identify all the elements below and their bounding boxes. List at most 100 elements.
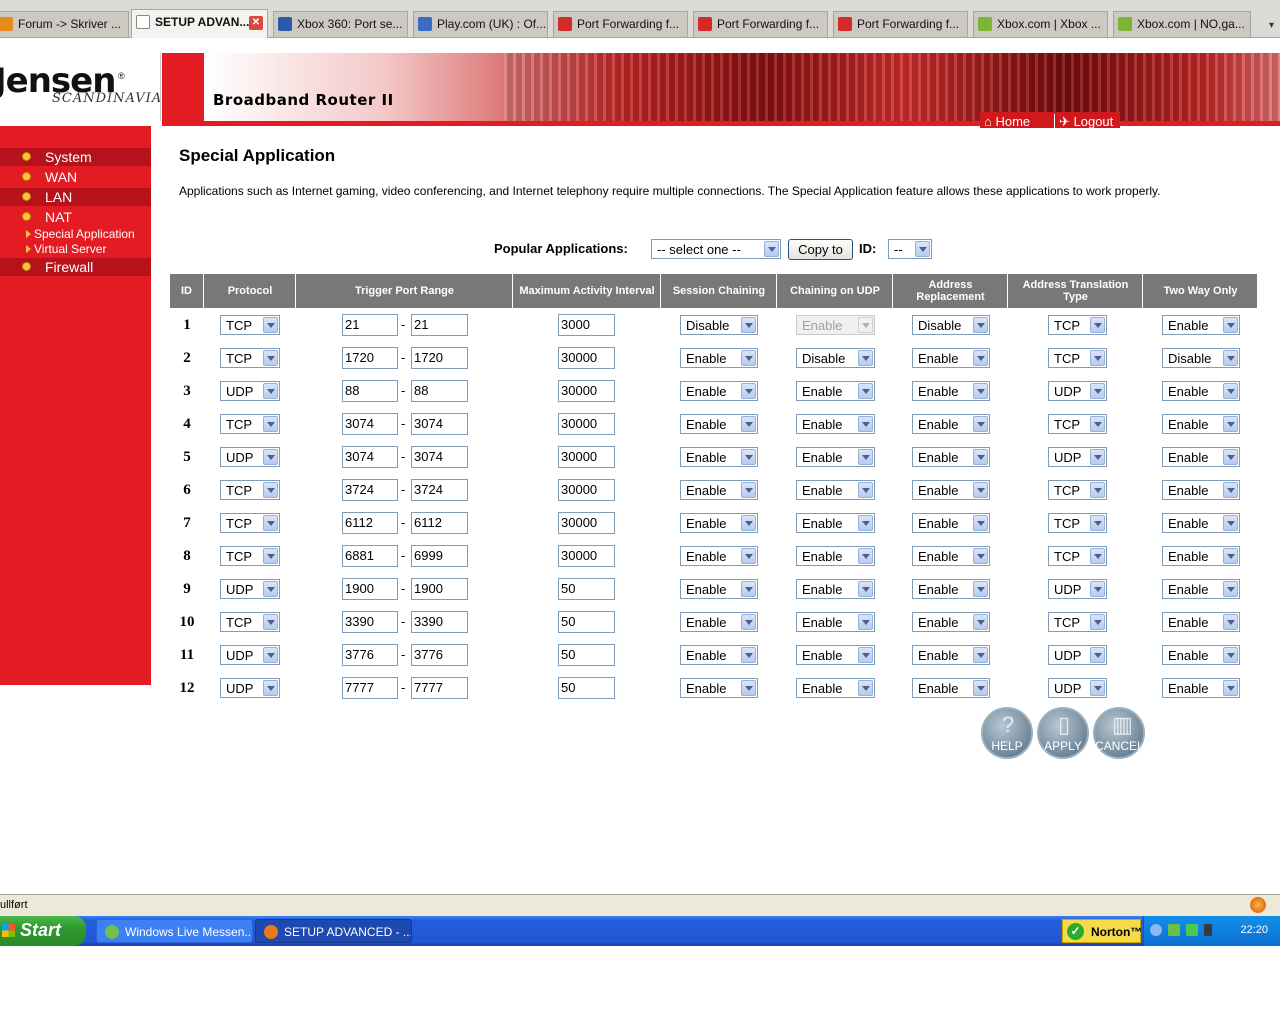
protocol-select[interactable]: TCP	[220, 414, 280, 434]
session-chaining-select[interactable]: Disable	[680, 315, 758, 335]
start-button[interactable]: Start	[0, 916, 86, 946]
port-start-input[interactable]: 3074	[342, 413, 398, 435]
session-chaining-select[interactable]: Enable	[680, 414, 758, 434]
close-icon[interactable]: ✕	[249, 16, 263, 30]
chaining-udp-select[interactable]: Enable	[796, 381, 875, 401]
chaining-udp-select[interactable]: Enable	[796, 480, 875, 500]
port-end-input[interactable]: 1900	[411, 578, 468, 600]
port-end-input[interactable]: 21	[411, 314, 468, 336]
port-end-input[interactable]: 6999	[411, 545, 468, 567]
cancel-button[interactable]: ▥ CANCEL	[1093, 707, 1145, 759]
two-way-select[interactable]: Enable	[1162, 381, 1240, 401]
sidebar-item-lan[interactable]: LAN	[0, 188, 151, 206]
protocol-select[interactable]: UDP	[220, 579, 280, 599]
translation-type-select[interactable]: UDP	[1048, 447, 1107, 467]
norton-badge[interactable]: ✓ Norton™	[1062, 919, 1142, 943]
translation-type-select[interactable]: UDP	[1048, 645, 1107, 665]
two-way-select[interactable]: Enable	[1162, 579, 1240, 599]
two-way-select[interactable]: Enable	[1162, 480, 1240, 500]
taskbar-task[interactable]: Windows Live Messen...	[96, 919, 253, 943]
address-replacement-select[interactable]: Enable	[912, 579, 990, 599]
session-chaining-select[interactable]: Enable	[680, 513, 758, 533]
address-replacement-select[interactable]: Enable	[912, 348, 990, 368]
session-chaining-select[interactable]: Enable	[680, 678, 758, 698]
two-way-select[interactable]: Enable	[1162, 645, 1240, 665]
two-way-select[interactable]: Enable	[1162, 513, 1240, 533]
chaining-udp-select[interactable]: Enable	[796, 579, 875, 599]
session-chaining-select[interactable]: Enable	[680, 546, 758, 566]
port-end-input[interactable]: 88	[411, 380, 468, 402]
session-chaining-select[interactable]: Enable	[680, 579, 758, 599]
port-start-input[interactable]: 3074	[342, 446, 398, 468]
port-end-input[interactable]: 3074	[411, 413, 468, 435]
interval-input[interactable]: 3000	[558, 314, 615, 336]
two-way-select[interactable]: Enable	[1162, 612, 1240, 632]
browser-tab[interactable]: Xbox.com | Xbox ...	[973, 11, 1108, 37]
interval-input[interactable]: 50	[558, 578, 615, 600]
protocol-select[interactable]: UDP	[220, 381, 280, 401]
address-replacement-select[interactable]: Disable	[912, 315, 990, 335]
interval-input[interactable]: 30000	[558, 545, 615, 567]
translation-type-select[interactable]: UDP	[1048, 381, 1107, 401]
session-chaining-select[interactable]: Enable	[680, 447, 758, 467]
translation-type-select[interactable]: TCP	[1048, 513, 1107, 533]
sidebar-subitem-virtual-server[interactable]: Virtual Server	[26, 242, 106, 256]
translation-type-select[interactable]: UDP	[1048, 678, 1107, 698]
interval-input[interactable]: 50	[558, 644, 615, 666]
chaining-udp-select[interactable]: Enable	[796, 645, 875, 665]
port-start-input[interactable]: 1720	[342, 347, 398, 369]
two-way-select[interactable]: Enable	[1162, 678, 1240, 698]
translation-type-select[interactable]: TCP	[1048, 315, 1107, 335]
port-start-input[interactable]: 6881	[342, 545, 398, 567]
address-replacement-select[interactable]: Enable	[912, 645, 990, 665]
chaining-udp-select[interactable]: Enable	[796, 678, 875, 698]
chaining-udp-select[interactable]: Enable	[796, 315, 875, 335]
sidebar-item-nat[interactable]: NAT	[0, 208, 151, 226]
home-link[interactable]: ⌂ Home	[984, 114, 1030, 129]
chaining-udp-select[interactable]: Enable	[796, 414, 875, 434]
interval-input[interactable]: 50	[558, 611, 615, 633]
tab-list-chevron-icon[interactable]: ▾	[1269, 20, 1274, 31]
port-end-input[interactable]: 3074	[411, 446, 468, 468]
address-replacement-select[interactable]: Enable	[912, 678, 990, 698]
apply-button[interactable]: ▯ APPLY	[1037, 707, 1089, 759]
chaining-udp-select[interactable]: Enable	[796, 612, 875, 632]
port-end-input[interactable]: 1720	[411, 347, 468, 369]
interval-input[interactable]: 30000	[558, 380, 615, 402]
port-end-input[interactable]: 3390	[411, 611, 468, 633]
translation-type-select[interactable]: TCP	[1048, 348, 1107, 368]
chaining-udp-select[interactable]: Enable	[796, 546, 875, 566]
protocol-select[interactable]: TCP	[220, 513, 280, 533]
session-chaining-select[interactable]: Enable	[680, 480, 758, 500]
messenger-icon[interactable]	[1168, 924, 1180, 936]
port-start-input[interactable]: 3724	[342, 479, 398, 501]
port-end-input[interactable]: 3724	[411, 479, 468, 501]
sidebar-item-firewall[interactable]: Firewall	[0, 258, 151, 276]
browser-tab[interactable]: Port Forwarding f...	[553, 11, 688, 37]
session-chaining-select[interactable]: Enable	[680, 348, 758, 368]
port-end-input[interactable]: 3776	[411, 644, 468, 666]
browser-tab[interactable]: Xbox 360: Port se...	[273, 11, 408, 37]
browser-tab[interactable]: Play.com (UK) : Of...	[413, 11, 548, 37]
translation-type-select[interactable]: TCP	[1048, 480, 1107, 500]
interval-input[interactable]: 30000	[558, 479, 615, 501]
protocol-select[interactable]: TCP	[220, 546, 280, 566]
two-way-select[interactable]: Enable	[1162, 447, 1240, 467]
help-button[interactable]: ? HELP	[981, 707, 1033, 759]
protocol-select[interactable]: TCP	[220, 612, 280, 632]
translation-type-select[interactable]: TCP	[1048, 414, 1107, 434]
interval-input[interactable]: 30000	[558, 413, 615, 435]
session-chaining-select[interactable]: Enable	[680, 612, 758, 632]
browser-tab[interactable]: Port Forwarding f...	[833, 11, 968, 37]
popular-applications-select[interactable]: -- select one --	[651, 239, 781, 259]
chaining-udp-select[interactable]: Disable	[796, 348, 875, 368]
address-replacement-select[interactable]: Enable	[912, 612, 990, 632]
port-start-input[interactable]: 7777	[342, 677, 398, 699]
address-replacement-select[interactable]: Enable	[912, 381, 990, 401]
two-way-select[interactable]: Enable	[1162, 315, 1240, 335]
network-icon[interactable]	[1186, 924, 1198, 936]
two-way-select[interactable]: Enable	[1162, 546, 1240, 566]
tray-arrow-icon[interactable]	[1150, 924, 1162, 936]
port-start-input[interactable]: 1900	[342, 578, 398, 600]
chaining-udp-select[interactable]: Enable	[796, 513, 875, 533]
